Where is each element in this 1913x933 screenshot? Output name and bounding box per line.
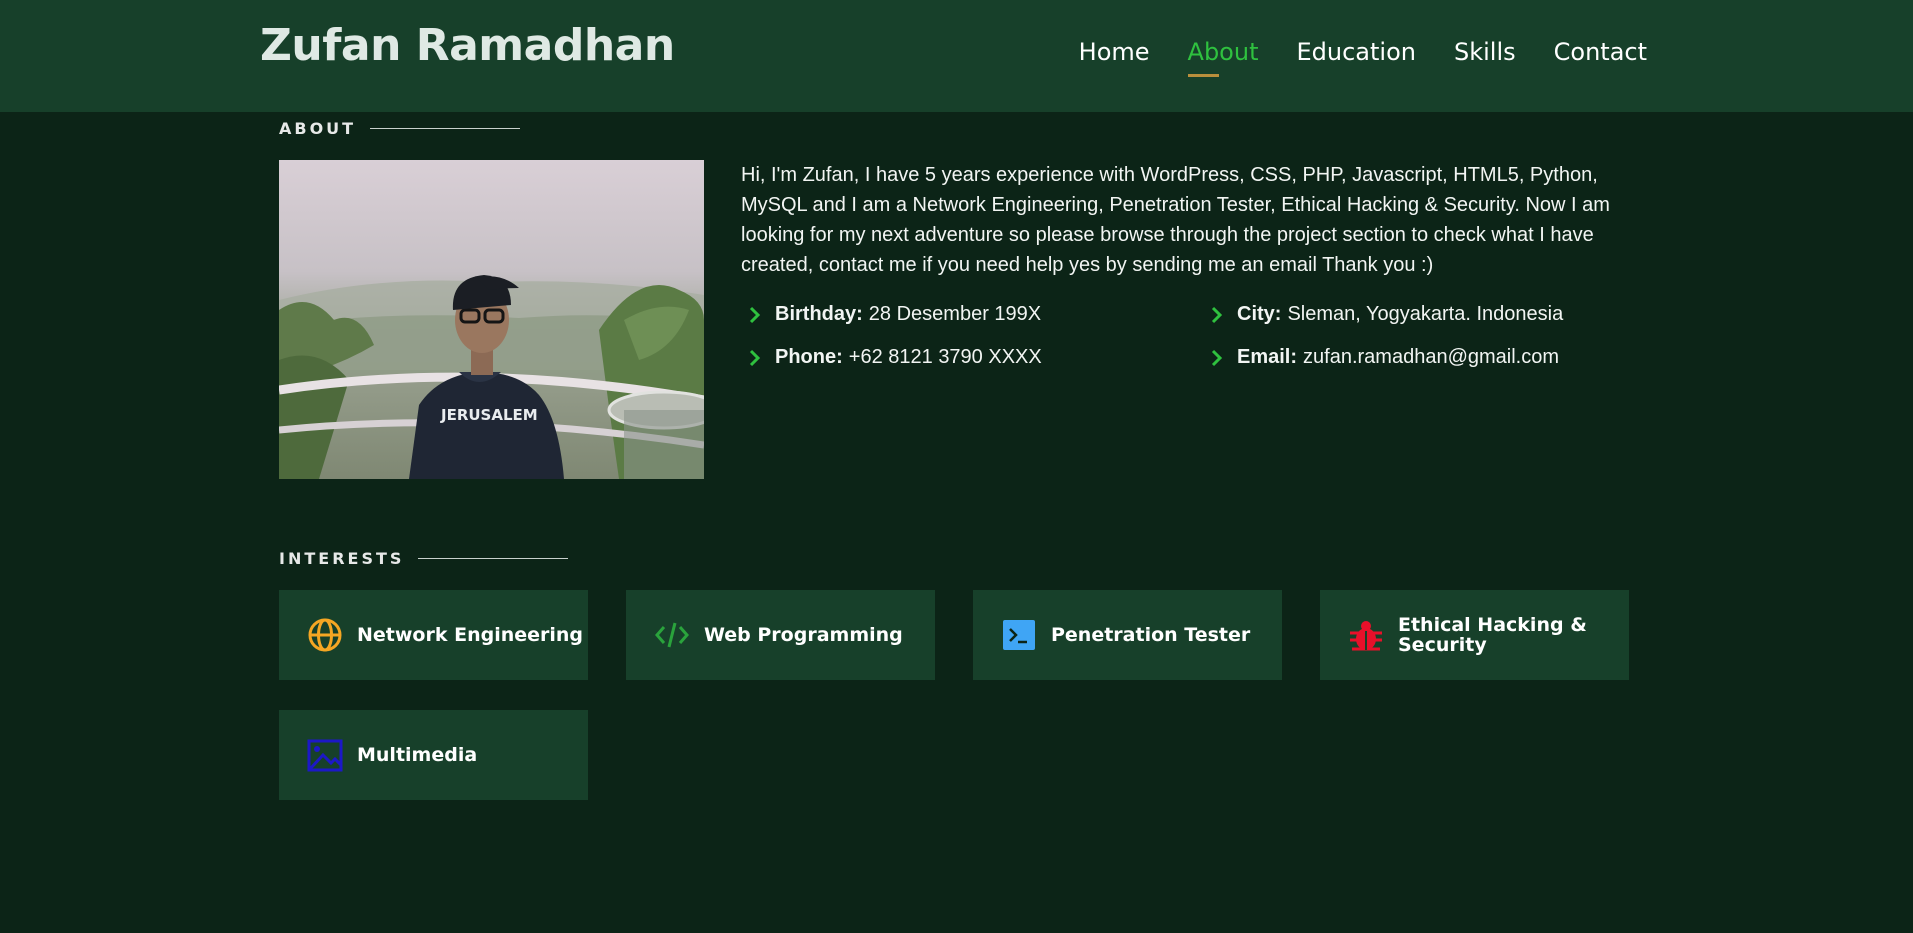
profile-photo: JERUSALEM bbox=[279, 160, 704, 479]
main-nav: Home About Education Skills Contact bbox=[1079, 38, 1647, 77]
shirt-text: JERUSALEM bbox=[440, 406, 538, 424]
about-facts: Birthday: 28 Desember 199X City: Sleman,… bbox=[745, 300, 1645, 372]
title-divider bbox=[370, 128, 521, 129]
interest-network-engineering[interactable]: Network Engineering bbox=[279, 590, 588, 680]
about-section-title: ABOUT bbox=[279, 119, 521, 138]
chevron-right-icon bbox=[1211, 306, 1223, 323]
site-header: Zufan Ramadhan Home About Education Skil… bbox=[0, 0, 1913, 112]
nav-about[interactable]: About bbox=[1187, 38, 1259, 77]
chevron-right-icon bbox=[749, 306, 761, 323]
chevron-right-icon bbox=[749, 349, 761, 366]
fact-phone: Phone: +62 8121 3790 XXXX bbox=[745, 343, 1207, 372]
chevron-right-icon bbox=[1211, 349, 1223, 366]
nav-contact[interactable]: Contact bbox=[1554, 38, 1647, 76]
terminal-icon bbox=[1003, 620, 1035, 650]
fact-city: City: Sleman, Yogyakarta. Indonesia bbox=[1207, 300, 1645, 329]
interests-section-title: INTERESTS bbox=[279, 549, 569, 568]
bug-icon bbox=[1350, 621, 1382, 651]
nav-skills[interactable]: Skills bbox=[1454, 38, 1516, 76]
title-divider bbox=[418, 558, 569, 559]
nav-home[interactable]: Home bbox=[1079, 38, 1150, 76]
brand-logo[interactable]: Zufan Ramadhan bbox=[260, 20, 675, 71]
fact-email: Email: zufan.ramadhan@gmail.com bbox=[1207, 343, 1645, 372]
globe-icon bbox=[308, 618, 342, 652]
interest-multimedia[interactable]: Multimedia bbox=[279, 710, 588, 800]
nav-education[interactable]: Education bbox=[1297, 38, 1416, 76]
interest-web-programming[interactable]: Web Programming bbox=[626, 590, 935, 680]
interest-ethical-hacking[interactable]: Ethical Hacking & Security bbox=[1320, 590, 1629, 680]
interest-penetration-tester[interactable]: Penetration Tester bbox=[973, 590, 1282, 680]
image-icon bbox=[307, 739, 343, 772]
about-bio: Hi, I'm Zufan, I have 5 years experience… bbox=[741, 164, 1610, 276]
code-icon bbox=[655, 622, 689, 648]
fact-birthday: Birthday: 28 Desember 199X bbox=[745, 300, 1207, 329]
